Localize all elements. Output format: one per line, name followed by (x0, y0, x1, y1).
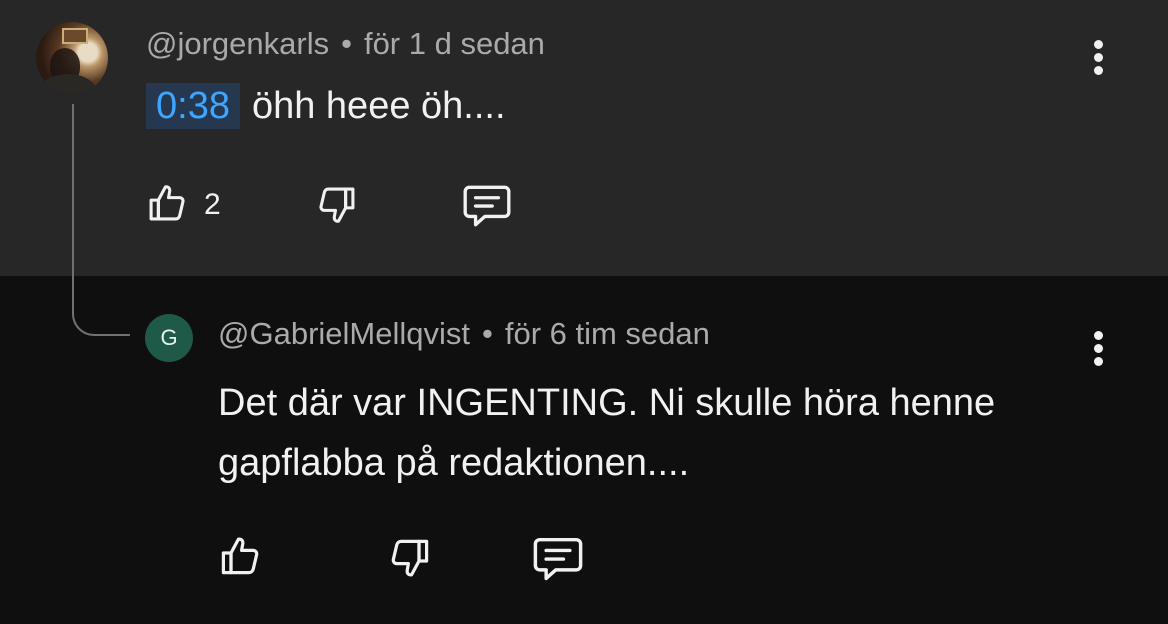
comment-meta: @jorgenkarls • för 1 d sedan (146, 26, 545, 62)
thumb-up-icon (221, 537, 259, 575)
comment-time[interactable]: för 6 tim sedan (505, 316, 710, 351)
more-vert-icon (1093, 331, 1103, 340)
avatar[interactable]: G (145, 314, 193, 362)
more-vert-icon (1093, 344, 1103, 353)
thumb-down-icon (319, 187, 355, 223)
comment-body-line: gapflabba på redaktionen.... (218, 442, 690, 484)
meta-separator: • (341, 26, 352, 61)
avatar-photo-detail (38, 74, 98, 94)
more-options-button[interactable] (1091, 40, 1105, 79)
meta-separator: • (481, 316, 493, 351)
more-vert-icon (1093, 66, 1103, 75)
comment-body-line: Det där var INGENTING. Ni skulle höra he… (218, 382, 996, 424)
more-vert-icon (1093, 40, 1103, 49)
comment-body: öhh heee öh.... (251, 84, 506, 127)
reply-thread-line (72, 104, 130, 336)
more-options-button[interactable] (1091, 331, 1105, 370)
thumb-up-icon (149, 185, 185, 221)
avatar[interactable] (36, 22, 108, 94)
more-vert-icon (1093, 357, 1103, 366)
timestamp-link[interactable]: 0:38 (146, 83, 240, 129)
thumb-down-icon (391, 539, 429, 577)
avatar-photo-detail (62, 28, 88, 44)
comment-time[interactable]: för 1 d sedan (364, 26, 545, 61)
like-button[interactable] (216, 532, 264, 580)
like-count: 2 (204, 188, 221, 221)
dislike-button[interactable] (314, 182, 360, 228)
reply-comment-icon (533, 537, 583, 581)
reply-button[interactable] (460, 180, 514, 230)
author-name[interactable]: @jorgenkarls (146, 26, 329, 61)
reply-button[interactable] (530, 532, 586, 584)
like-button[interactable] (144, 180, 190, 226)
author-name[interactable]: @GabrielMellqvist (218, 316, 470, 351)
comment-text: Det där var INGENTING. Ni skulle höra he… (218, 373, 995, 493)
reply-comment-icon (463, 185, 511, 227)
more-vert-icon (1093, 53, 1103, 62)
comment-meta: @GabrielMellqvist • för 6 tim sedan (218, 316, 710, 352)
comment-text: 0:38 öhh heee öh.... (146, 82, 506, 130)
dislike-button[interactable] (386, 534, 434, 582)
